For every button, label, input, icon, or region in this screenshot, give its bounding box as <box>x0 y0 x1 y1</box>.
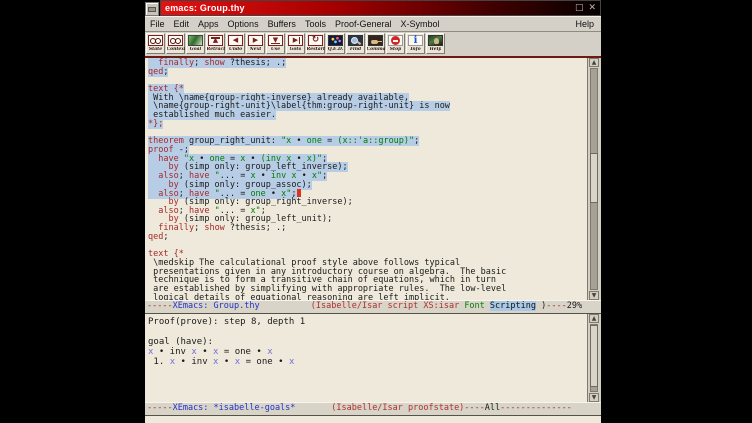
buffer-line <box>148 327 601 337</box>
toolbar: State Context Goal Retract Undo Next Use Goto Re… <box>145 32 601 56</box>
buffer-line: finally; show ?thesis; .; <box>148 59 601 68</box>
toolbar-button-label: State <box>149 47 162 52</box>
buffer-line: finally; show ?thesis; .; <box>148 224 601 233</box>
xemacs-window: emacs: Group.thy □ ✕ File Edit Apps Options… <box>145 0 601 423</box>
goto-icon <box>288 35 303 46</box>
goals-scrollbar[interactable]: ▲ ▼ <box>587 314 601 402</box>
toolbar-restart-button[interactable]: Restart <box>306 33 325 54</box>
toolbar-state-button[interactable]: State <box>146 33 165 54</box>
retract-icon <box>208 35 223 46</box>
goal-icon <box>188 35 203 46</box>
toolbar-help-button[interactable]: Help <box>426 33 445 54</box>
toolbar-button-label: Command <box>367 47 385 52</box>
script-scrollbar-thumb[interactable] <box>590 153 598 203</box>
buffer-line: by (simp only: group_assoc); <box>148 181 601 190</box>
menu-file[interactable]: File <box>150 19 165 29</box>
buffer-line: established much easier. <box>148 111 601 120</box>
script-buffer-text: finally; show ?thesis; .;qed; text {* Wi… <box>145 58 601 300</box>
buffer-line: 1. x • inv x • x = one • x <box>148 357 601 367</box>
goals-scrollbar-thumb[interactable] <box>590 325 598 387</box>
buffer-line <box>148 241 601 250</box>
find-icon <box>348 35 363 46</box>
script-buffer[interactable]: finally; show ?thesis; .;qed; text {* Wi… <box>145 58 601 300</box>
toolbar-stop-button[interactable]: Stop <box>386 33 405 54</box>
toolbar-button-label: Undo <box>229 47 242 52</box>
toolbar-context-button[interactable]: Context <box>166 33 185 54</box>
menu-proof-general[interactable]: Proof-General <box>335 19 392 29</box>
toolbar-use-button[interactable]: Use <box>266 33 285 54</box>
menu-x-symbol[interactable]: X-Symbol <box>400 19 439 29</box>
titlebar: emacs: Group.thy □ ✕ <box>145 0 601 16</box>
stop-icon <box>388 35 403 46</box>
menu-apps[interactable]: Apps <box>198 19 219 29</box>
info-icon <box>408 35 423 46</box>
help-icon <box>428 35 443 46</box>
toolbar-button-label: Next <box>250 47 262 52</box>
goals-modeline: -----XEmacs: *isabelle-goals* (Isabelle/… <box>145 402 601 416</box>
toolbar-next-button[interactable]: Next <box>246 33 265 54</box>
buffer-line: qed; <box>148 68 601 77</box>
menu-tools[interactable]: Tools <box>305 19 326 29</box>
script-modeline: -----XEmacs: Group.thy (Isabelle/Isar sc… <box>145 300 601 314</box>
menu-help[interactable]: Help <box>575 19 594 29</box>
buffer-line: Proof(prove): step 8, depth 1 <box>148 317 601 327</box>
desktop: { "colors": { "titlebar_red": "#c00000",… <box>0 0 752 423</box>
toolbar-button-label: Find <box>350 47 361 52</box>
command-icon <box>368 35 383 46</box>
toolbar-command-button[interactable]: Command <box>366 33 385 54</box>
buffer-line: qed; <box>148 233 601 242</box>
toolbar-goto-button[interactable]: Goto <box>286 33 305 54</box>
scroll-down-arrow-icon[interactable]: ▼ <box>589 291 599 300</box>
restart-icon <box>308 35 323 46</box>
scroll-up-arrow-icon[interactable]: ▲ <box>589 58 599 67</box>
scroll-up-arrow-icon[interactable]: ▲ <box>589 314 599 323</box>
toolbar-button-label: Help <box>430 47 442 52</box>
toolbar-button-label: Goal <box>190 47 201 52</box>
toolbar-button-label: Q.E.D. <box>328 47 344 52</box>
buffer-line <box>148 76 601 85</box>
toolbar-button-label: Stop <box>390 47 401 52</box>
toolbar-retract-button[interactable]: Retract <box>206 33 225 54</box>
qed-icon <box>328 35 343 46</box>
buffer-line: theorem group_right_unit: "x • one = (x:… <box>148 137 601 146</box>
toolbar-q-e-d-button[interactable]: Q.E.D. <box>326 33 345 54</box>
use-icon <box>268 35 283 46</box>
close-button[interactable]: ✕ <box>588 2 596 14</box>
glasses-icon <box>148 35 163 46</box>
minibuffer-echo-area[interactable] <box>145 416 601 423</box>
toolbar-find-button[interactable]: Find <box>346 33 365 54</box>
scroll-down-arrow-icon[interactable]: ▼ <box>589 393 599 402</box>
toolbar-button-label: Retract <box>207 47 225 52</box>
menubar: File Edit Apps Options Buffers Tools Proof-Gen… <box>145 16 601 32</box>
toolbar-button-label: Restart <box>307 47 325 52</box>
toolbar-button-label: Use <box>271 47 280 52</box>
menu-options[interactable]: Options <box>228 19 259 29</box>
script-scrollbar[interactable]: ▲ ▼ <box>587 58 601 300</box>
goals-buffer-text: Proof(prove): step 8, depth 1 goal (have… <box>145 314 601 367</box>
menu-buffers[interactable]: Buffers <box>268 19 296 29</box>
buffer-line: logical details of equational reasoning … <box>148 294 601 300</box>
toolbar-info-button[interactable]: Info <box>406 33 425 54</box>
window-title: emacs: Group.thy <box>165 3 245 13</box>
toolbar-button-label: Goto <box>290 47 302 52</box>
toolbar-button-label: Context <box>167 47 185 52</box>
menu-edit[interactable]: Edit <box>174 19 190 29</box>
next-icon <box>248 35 263 46</box>
system-menu-icon[interactable] <box>145 2 159 16</box>
titlebar-red-band[interactable]: emacs: Group.thy □ ✕ <box>160 0 601 16</box>
toolbar-button-label: Info <box>410 47 420 52</box>
undo-icon <box>228 35 243 46</box>
maximize-button[interactable]: □ <box>575 2 584 14</box>
goals-buffer[interactable]: Proof(prove): step 8, depth 1 goal (have… <box>145 314 601 402</box>
buffer-line: goal (have): <box>148 337 601 347</box>
glasses-icon <box>168 35 183 46</box>
buffer-line: x • inv x • x = one • x <box>148 347 601 357</box>
toolbar-goal-button[interactable]: Goal <box>186 33 205 54</box>
toolbar-undo-button[interactable]: Undo <box>226 33 245 54</box>
buffer-line: *}; <box>148 120 601 129</box>
